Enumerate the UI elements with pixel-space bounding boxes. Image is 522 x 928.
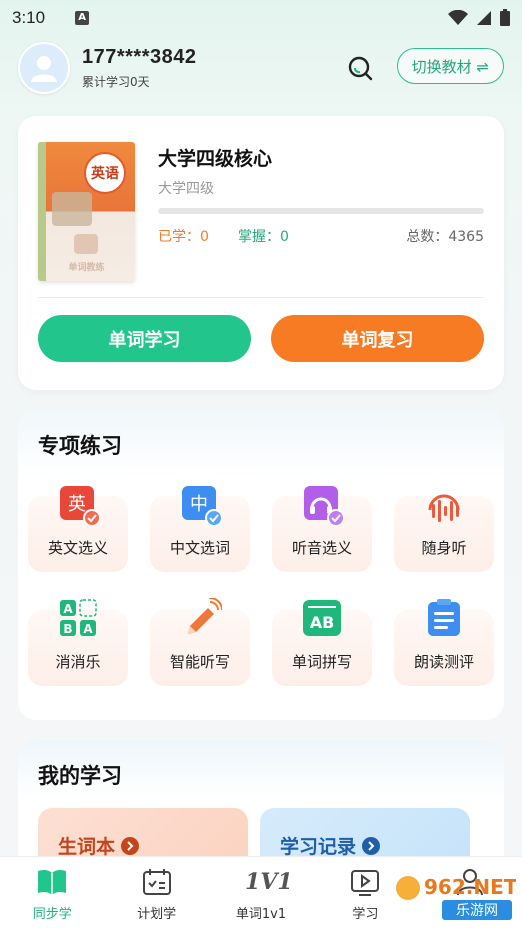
practice-item-listen-choice[interactable]: 听音选义 [272,486,372,572]
practice-item-label: 消消乐 [55,653,101,671]
user-header: 177****3842 累计学习0天 切换教材 ⇌ [18,40,504,96]
practice-item-spelling[interactable]: AB 单词拼写 [272,600,372,686]
tab-plan-learn[interactable]: 计划学 [104,857,208,928]
word-review-button[interactable]: 单词复习 [271,315,484,362]
divider [38,297,484,298]
watermark-bottom-text: 乐游网 [456,903,498,919]
avatar[interactable] [18,42,70,94]
book-title: 大学四级核心 [158,148,273,170]
reading-clipboard-icon [428,599,460,636]
practice-item-portable-listen[interactable]: 随身听 [394,494,494,572]
svg-text:英: 英 [68,494,86,515]
learned-count: 已学：0 [158,229,209,245]
tab-label: 同步学 [32,907,72,922]
tab-sync-learn[interactable]: 同步学 [0,857,104,928]
watermark-top-text: 962.NET [424,875,516,899]
tab-label: 单词1v1 [235,907,287,922]
cover-panel [52,192,92,226]
book-level: 大学四级 [158,181,214,197]
status-indicators [448,9,510,26]
status-time: 3:10 [12,8,46,27]
practice-item-chinese-choice[interactable]: 中 中文选词 [150,486,250,572]
practice-item-label: 单词拼写 [291,653,352,671]
wifi-icon [448,9,468,25]
pencil-dictation-icon [188,598,222,634]
practice-item-match-game[interactable]: A B A 消消乐 [28,599,128,686]
match-game-icon: A B A [60,599,97,636]
play-screen-icon [351,870,380,896]
svg-text:中: 中 [190,494,208,515]
practice-item-label: 英文选义 [47,539,108,557]
practice-title-text: 专项练习 [38,434,122,458]
cover-badge: 英语 [84,152,126,194]
tab-word-1v1[interactable]: 1V1 单词1v1 [209,857,313,928]
book-open-icon [38,869,67,895]
calendar-check-icon [142,869,171,895]
tab-label: 计划学 [137,907,177,922]
signal-icon [477,10,491,25]
practice-item-reading-eval[interactable]: 朗读测评 [394,599,494,686]
study-title: 我的学习 [38,760,122,794]
svg-text:A: A [63,602,73,616]
chevron-right-icon [362,836,381,855]
practice-item-label: 随身听 [421,539,467,557]
practice-card: 专项练习 英 英文选义 中 中文选词 听音选义 随身听 A B A 消消乐 智能… [18,408,504,720]
practice-title: 专项练习 [38,430,122,464]
site-watermark: 962.NET 乐游网 [396,875,516,920]
status-bar: 3:10 A [0,0,522,36]
english-choice-icon: 英 [60,486,100,527]
progress-bar [158,208,484,214]
practice-item-english-choice[interactable]: 英 英文选义 [28,486,128,572]
chevron-right-icon [121,836,140,855]
current-book-card: 英语 单词教练 大学四级核心 大学四级 已学：0 掌握：0 总数：4365 单词… [18,116,504,390]
svg-text:AB: AB [310,613,335,632]
practice-item-label: 朗读测评 [413,653,474,671]
one-v-one-icon: 1V1 [245,869,293,895]
practice-item-dictation[interactable]: 智能听写 [150,598,250,686]
study-records-label: 学习记录 [280,832,381,859]
user-phone: 177****3842 [82,46,197,68]
mastered-count: 掌握：0 [238,229,289,245]
word-learn-button[interactable]: 单词学习 [38,315,251,362]
svg-text:B: B [63,622,72,636]
battery-icon [500,9,510,26]
study-days: 累计学习0天 [82,75,150,89]
user-info: 177****3842 累计学习0天 [82,46,197,90]
chinese-choice-icon: 中 [182,486,222,527]
spelling-ab-icon: AB [303,600,341,636]
book-cover[interactable]: 英语 单词教练 [38,142,135,281]
search-icon[interactable] [346,54,374,82]
notification-a-icon: A [75,11,90,25]
practice-item-label: 听音选义 [291,539,352,557]
new-words-text: 生词本 [58,836,116,858]
switch-textbook-button[interactable]: 切换教材 ⇌ [396,48,504,84]
audio-wave-icon [428,494,460,522]
practice-item-label: 中文选词 [169,539,230,557]
headphone-choice-icon [304,486,344,527]
cover-caption: 单词教练 [68,263,105,273]
study-title-text: 我的学习 [38,764,122,788]
total-count: 总数：4365 [406,229,484,245]
new-words-label: 生词本 [58,832,140,859]
practice-item-label: 智能听写 [169,653,230,671]
cover-mascot [74,234,98,254]
svg-text:A: A [83,622,93,636]
user-icon [31,56,57,82]
study-records-text: 学习记录 [280,836,357,858]
